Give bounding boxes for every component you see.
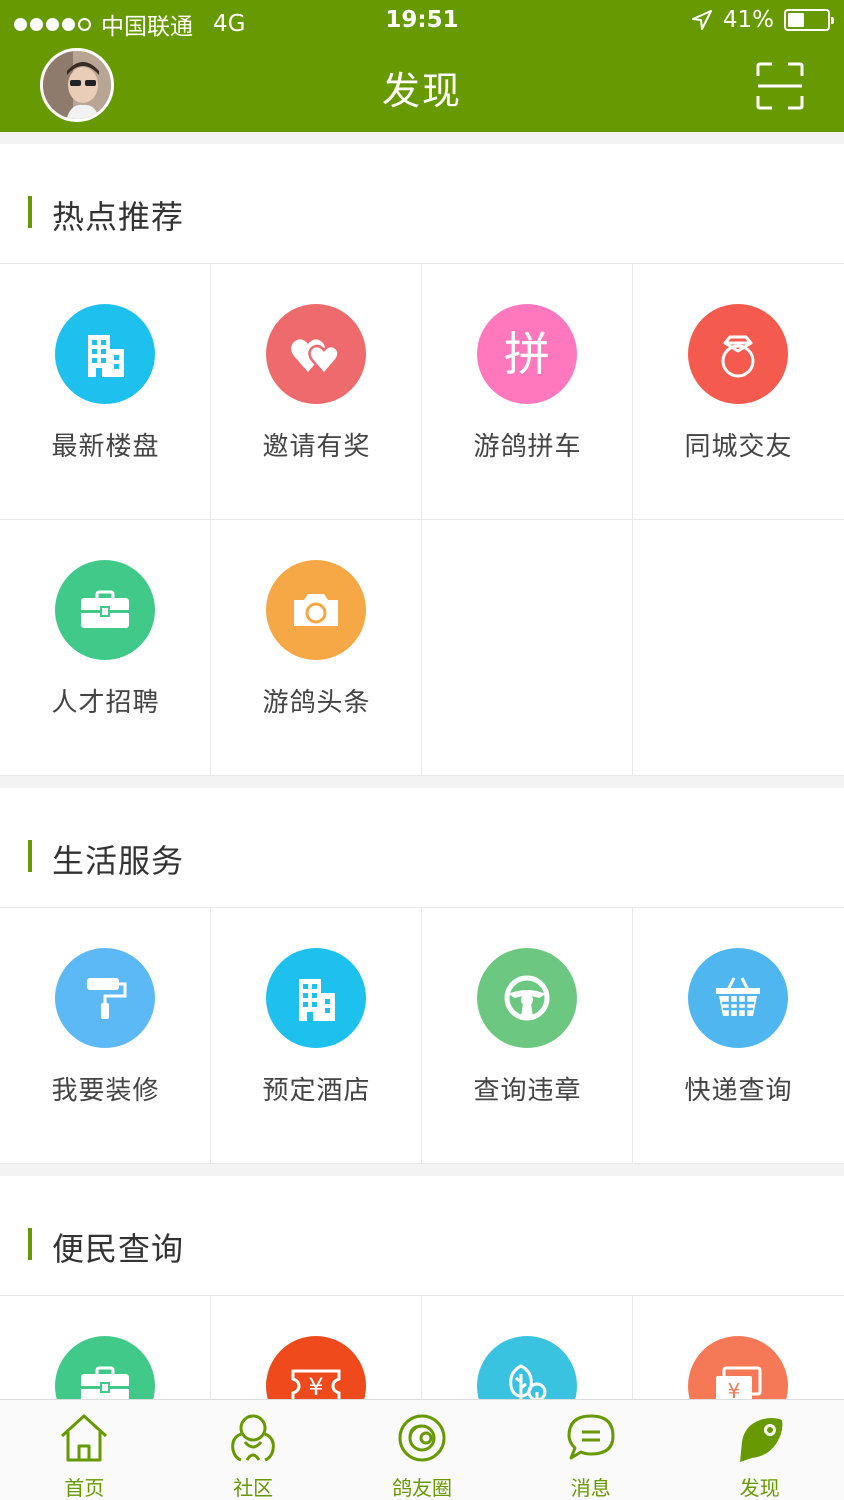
trees-icon xyxy=(477,1336,577,1399)
grid-item-query-2[interactable]: ¥ xyxy=(211,1296,422,1399)
grid-empty-cell xyxy=(422,520,633,776)
scan-icon xyxy=(756,62,804,110)
coupon-yuan-icon: ¥ xyxy=(688,1336,788,1399)
section-title: 便民查询 xyxy=(52,1230,185,1268)
grid-item-label: 人才招聘 xyxy=(51,688,160,718)
status-right: 41% xyxy=(691,7,834,33)
circle-icon xyxy=(398,1414,446,1462)
grid-item-query-3[interactable] xyxy=(422,1296,633,1399)
pin-character-icon: 拼 xyxy=(477,304,577,404)
grid-item-newest-properties[interactable]: 最新楼盘 xyxy=(0,264,211,520)
tab-label: 消息 xyxy=(570,1476,611,1500)
tab-label: 鸽友圈 xyxy=(391,1476,452,1500)
section-title: 热点推荐 xyxy=(52,198,185,236)
status-bar: 中国联通 4G 19:51 41% xyxy=(0,0,844,44)
briefcase-icon xyxy=(55,1336,155,1399)
section-title: 生活服务 xyxy=(52,842,185,880)
battery-icon xyxy=(784,9,834,31)
svg-text:¥: ¥ xyxy=(728,1379,741,1399)
briefcase-icon xyxy=(55,560,155,660)
discover-icon xyxy=(739,1418,782,1462)
top-header: 中国联通 4G 19:51 41% 发现 xyxy=(0,0,844,132)
grid-item-express-tracking[interactable]: 快递查询 xyxy=(633,908,844,1164)
grid-item-query-1[interactable] xyxy=(0,1296,211,1399)
grid-item-book-hotel[interactable]: 预定酒店 xyxy=(211,908,422,1164)
grid-item-label: 同城交友 xyxy=(684,432,793,462)
grid-item-query-4[interactable]: ¥ xyxy=(633,1296,844,1399)
section-accent-bar xyxy=(28,1228,32,1260)
scan-button[interactable] xyxy=(756,62,804,110)
hearts-icon xyxy=(266,304,366,404)
section-convenience-queries: 便民查询 ¥ ¥ xyxy=(0,1176,844,1399)
building-icon xyxy=(55,304,155,404)
section-life-services: 生活服务 我要装修 预定酒店 查询违章 快递查询 xyxy=(0,788,844,1164)
carpool-glyph: 拼 xyxy=(504,327,550,381)
section-header: 便民查询 xyxy=(0,1176,844,1296)
tab-label: 发现 xyxy=(739,1476,780,1500)
home-icon xyxy=(61,1414,108,1462)
section-hot-recommendations: 热点推荐 最新楼盘 邀请有奖 拼 游鸽拼车 同城交友 人才招聘 游鸽头条 xyxy=(0,144,844,776)
tab-label: 社区 xyxy=(233,1476,274,1500)
tab-home[interactable]: 首页 xyxy=(0,1400,169,1500)
basket-icon xyxy=(688,948,788,1048)
grid-item-label: 游鸽拼车 xyxy=(473,432,582,462)
paint-roller-icon xyxy=(55,948,155,1048)
battery-level xyxy=(788,13,804,27)
services-grid: 我要装修 预定酒店 查询违章 快递查询 xyxy=(0,908,844,1164)
tab-community[interactable]: 社区 xyxy=(169,1400,338,1500)
location-arrow-icon xyxy=(691,10,712,30)
grid-item-label: 快递查询 xyxy=(684,1076,793,1106)
grid-item-label: 游鸽头条 xyxy=(262,688,371,718)
grid-item-label: 查询违章 xyxy=(473,1076,582,1106)
grid-item-label: 最新楼盘 xyxy=(51,432,160,462)
hot-grid: 最新楼盘 邀请有奖 拼 游鸽拼车 同城交友 人才招聘 游鸽头条 xyxy=(0,264,844,776)
message-icon xyxy=(567,1414,615,1460)
section-header: 热点推荐 xyxy=(0,144,844,264)
grid-item-renovation[interactable]: 我要装修 xyxy=(0,908,211,1164)
camera-icon xyxy=(266,560,366,660)
grid-item-carpool[interactable]: 拼 游鸽拼车 xyxy=(422,264,633,520)
grid-item-label: 我要装修 xyxy=(51,1076,160,1106)
tab-messages[interactable]: 消息 xyxy=(506,1400,675,1500)
grid-item-traffic-violations[interactable]: 查询违章 xyxy=(422,908,633,1164)
section-accent-bar xyxy=(28,196,32,228)
section-header: 生活服务 xyxy=(0,788,844,908)
grid-item-label: 邀请有奖 xyxy=(262,432,371,462)
ring-icon xyxy=(688,304,788,404)
grid-empty-cell xyxy=(633,520,844,776)
grid-item-local-dating[interactable]: 同城交友 xyxy=(633,264,844,520)
bottom-tab-bar: 首页 社区 鸽友圈 消息 发现 xyxy=(0,1399,844,1500)
svg-text:¥: ¥ xyxy=(308,1373,323,1399)
grid-item-recruitment[interactable]: 人才招聘 xyxy=(0,520,211,776)
grid-item-label: 预定酒店 xyxy=(262,1076,371,1106)
page-title: 发现 xyxy=(381,69,462,113)
tab-pigeon-circle[interactable]: 鸽友圈 xyxy=(338,1400,507,1500)
grid-item-headlines[interactable]: 游鸽头条 xyxy=(211,520,422,776)
ticket-yuan-icon: ¥ xyxy=(266,1336,366,1399)
grid-item-invite-reward[interactable]: 邀请有奖 xyxy=(211,264,422,520)
tab-label: 首页 xyxy=(64,1476,105,1500)
discover-content: 热点推荐 最新楼盘 邀请有奖 拼 游鸽拼车 同城交友 人才招聘 游鸽头条 生活服… xyxy=(0,132,844,1399)
section-accent-bar xyxy=(28,840,32,872)
battery-percent: 41% xyxy=(722,7,774,33)
building-icon xyxy=(266,948,366,1048)
steering-wheel-icon xyxy=(477,948,577,1048)
community-icon xyxy=(231,1414,275,1462)
tab-discover[interactable]: 发现 xyxy=(675,1400,844,1500)
queries-grid: ¥ ¥ xyxy=(0,1296,844,1399)
